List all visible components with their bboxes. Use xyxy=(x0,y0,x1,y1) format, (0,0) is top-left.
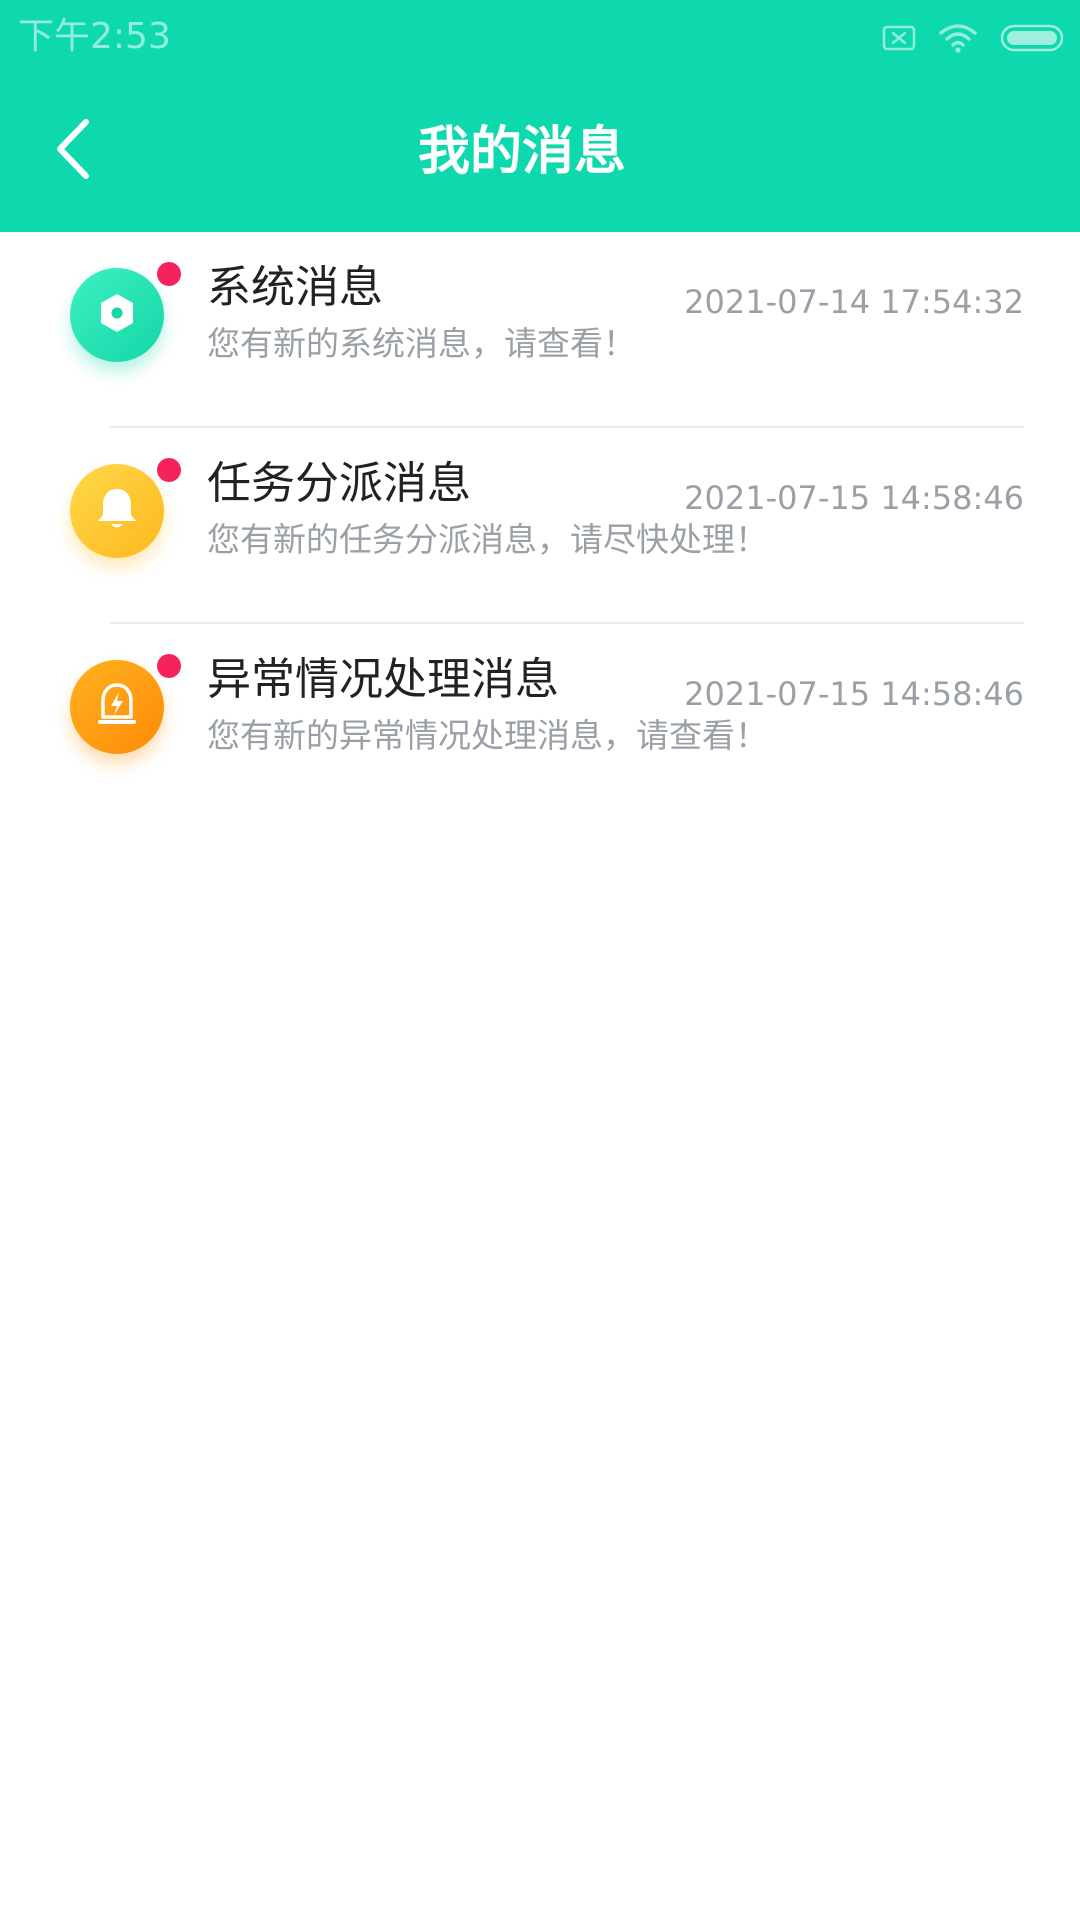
message-title: 异常情况处理消息 xyxy=(207,654,559,705)
message-time: 2021-07-14 17:54:32 xyxy=(684,283,1024,321)
message-subtitle: 您有新的系统消息，请查看！ xyxy=(207,324,636,363)
message-item-system[interactable]: 系统消息 2021-07-14 17:54:32 您有新的系统消息，请查看！ xyxy=(0,232,1080,428)
message-icon-badge xyxy=(70,660,164,754)
wifi-icon xyxy=(938,22,978,54)
message-item-exception[interactable]: 异常情况处理消息 2021-07-15 14:58:46 您有新的异常情况处理消… xyxy=(0,624,1080,820)
sim-x-icon xyxy=(882,24,916,52)
status-time: 下午2:53 xyxy=(18,16,171,57)
unread-dot xyxy=(157,262,181,286)
message-subtitle: 您有新的任务分派消息，请尽快处理！ xyxy=(207,520,768,559)
message-subtitle: 您有新的异常情况处理消息，请查看！ xyxy=(207,716,768,755)
status-bar: 下午2:53 xyxy=(0,0,1080,74)
page-title: 我的消息 xyxy=(417,122,626,182)
message-time: 2021-07-15 14:58:46 xyxy=(684,675,1024,713)
message-title: 系统消息 xyxy=(207,262,383,313)
bell-icon xyxy=(93,484,141,538)
app-header: 下午2:53 我的消息 xyxy=(0,0,1080,232)
message-list: 系统消息 2021-07-14 17:54:32 您有新的系统消息，请查看！ 任… xyxy=(0,232,1080,820)
message-item-task[interactable]: 任务分派消息 2021-07-15 14:58:46 您有新的任务分派消息，请尽… xyxy=(0,428,1080,624)
unread-dot xyxy=(157,654,181,678)
hexagon-nut-icon xyxy=(94,290,140,340)
alarm-light-icon xyxy=(92,679,142,735)
message-icon-badge xyxy=(70,268,164,362)
message-title: 任务分派消息 xyxy=(207,458,471,509)
message-time: 2021-07-15 14:58:46 xyxy=(684,479,1024,517)
status-icons xyxy=(882,18,1066,58)
message-icon-badge xyxy=(70,464,164,558)
unread-dot xyxy=(157,458,181,482)
battery-icon xyxy=(1000,23,1066,53)
